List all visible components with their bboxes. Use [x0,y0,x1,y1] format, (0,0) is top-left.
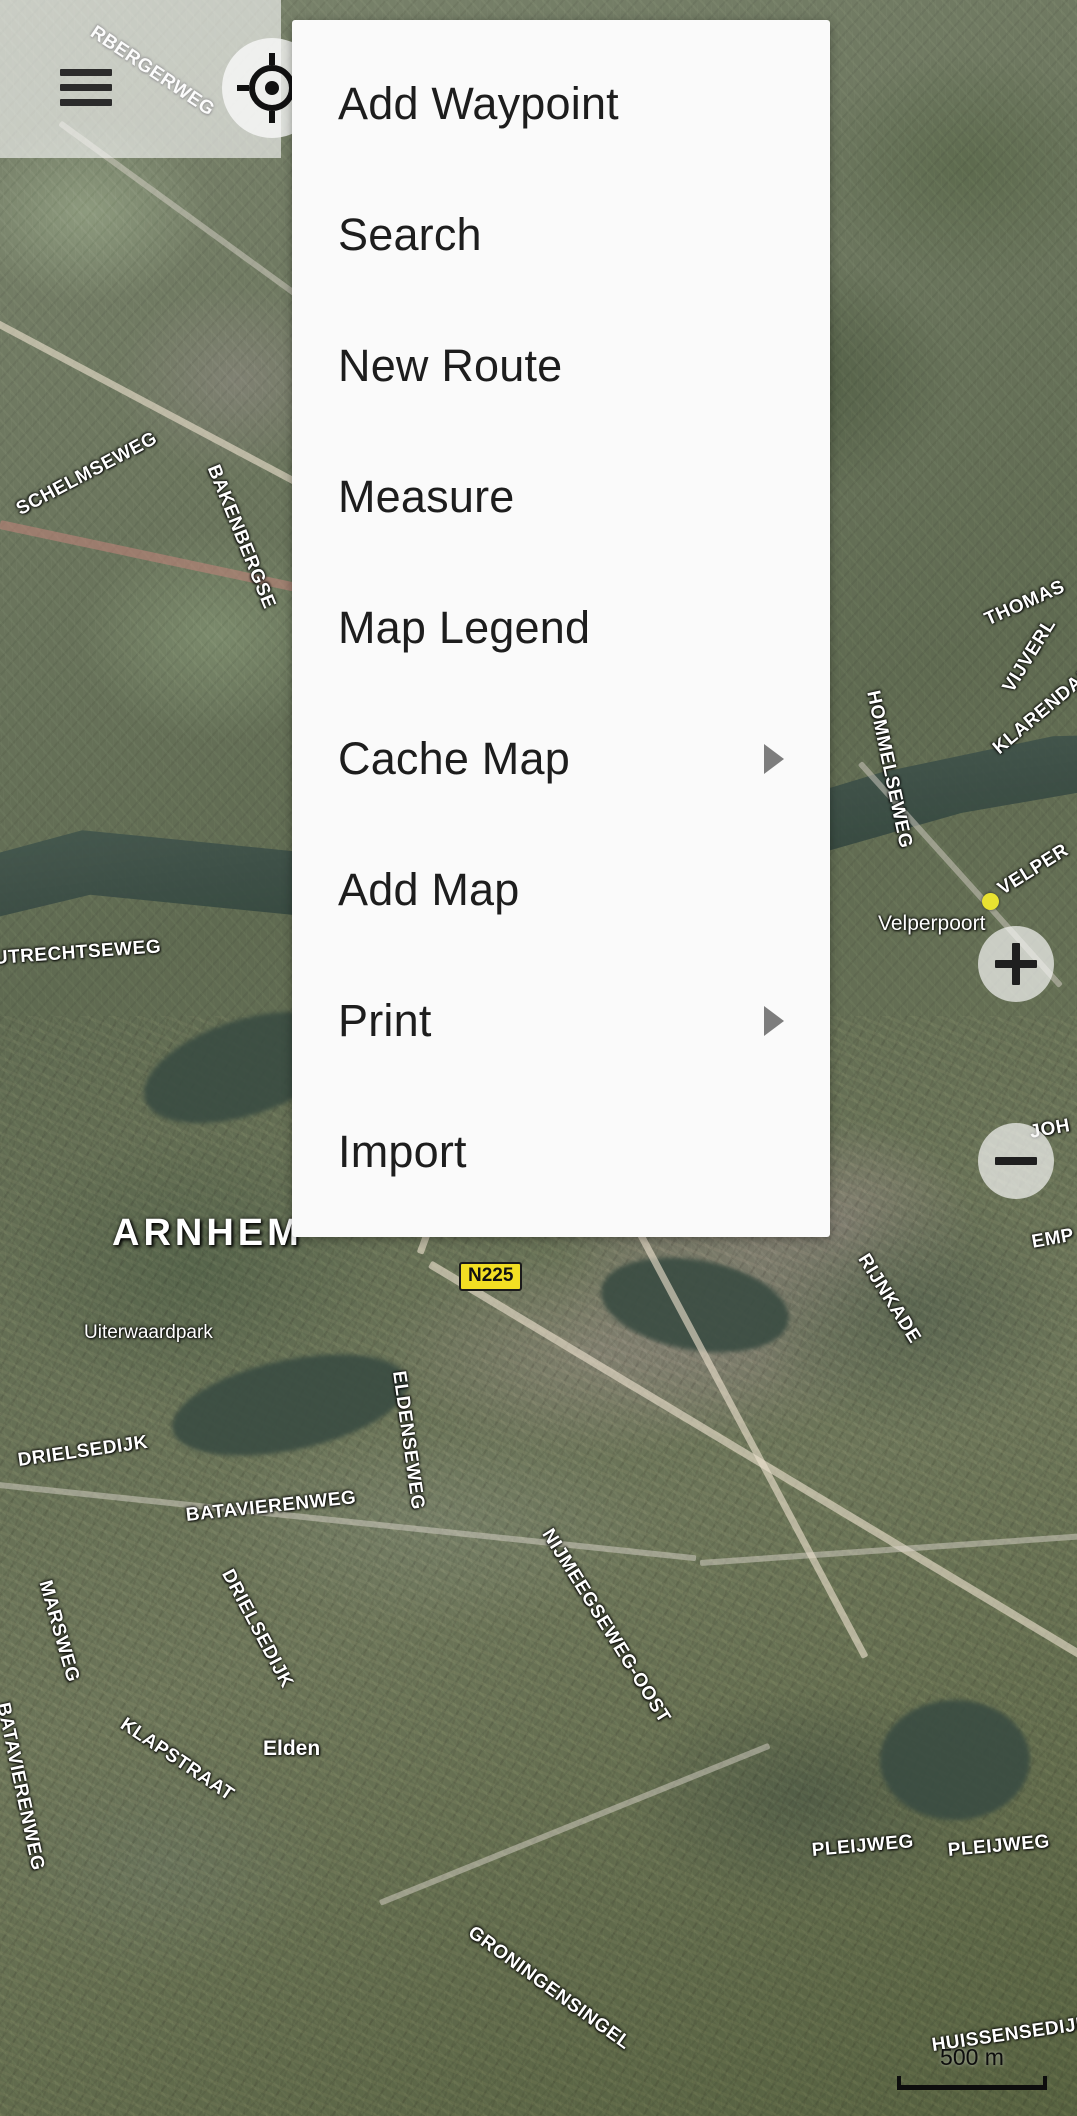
highway-shield-n225: N225 [459,1262,523,1291]
menu-item-map-legend[interactable]: Map Legend [292,562,830,693]
menu-item-measure[interactable]: Measure [292,431,830,562]
hamburger-menu-icon[interactable] [60,66,112,108]
minus-icon [995,1157,1037,1165]
menu-item-add-waypoint[interactable]: Add Waypoint [292,38,830,169]
zoom-out-button[interactable] [978,1123,1054,1199]
menu-item-label: Map Legend [338,602,591,653]
top-control-bar [0,0,322,158]
chevron-right-icon [764,743,784,774]
menu-item-import[interactable]: Import [292,1086,830,1217]
scale-bar-rule [897,2076,1047,2090]
map-scale-bar: 500 m [897,2044,1047,2090]
chevron-right-icon [764,1005,784,1036]
menu-item-label: Add Map [338,864,520,915]
menu-item-label: Search [338,209,482,260]
menu-item-print[interactable]: Print [292,955,830,1086]
menu-item-label: Import [338,1126,467,1177]
map-application: ARNHEM N225 Velperpoort Uiterwaardpark E… [0,0,1077,2116]
poi-marker-velperpoort[interactable] [982,893,999,910]
context-menu[interactable]: Add Waypoint Search New Route Measure Ma… [292,20,830,1237]
menu-item-label: Add Waypoint [338,78,619,129]
lake-southeast [880,1700,1030,1820]
menu-item-search[interactable]: Search [292,169,830,300]
menu-item-label: Print [338,995,432,1046]
menu-item-new-route[interactable]: New Route [292,300,830,431]
menu-item-label: New Route [338,340,563,391]
menu-item-add-map[interactable]: Add Map [292,824,830,955]
zoom-in-button[interactable] [978,926,1054,1002]
menu-item-cache-map[interactable]: Cache Map [292,693,830,824]
menu-item-label: Measure [338,471,515,522]
menu-item-label: Cache Map [338,733,570,784]
scale-bar-label: 500 m [940,2044,1004,2070]
